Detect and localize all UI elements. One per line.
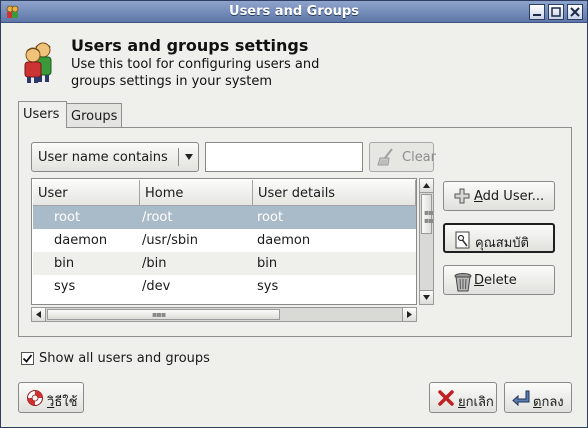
cell-user: daemon: [54, 233, 108, 248]
title-bar[interactable]: Users and Groups: [1, 1, 587, 23]
help-button[interactable]: วิธีใช้: [18, 382, 84, 413]
cell-home: /bin: [142, 256, 167, 271]
chevron-right-icon: [407, 311, 412, 318]
column-header-home[interactable]: Home: [140, 180, 253, 206]
scroll-right-button[interactable]: [402, 308, 416, 321]
vertical-scroll-thumb[interactable]: ▪▪ ▪▪: [421, 194, 434, 234]
broom-icon: [377, 148, 393, 166]
add-user-button[interactable]: Add User...: [443, 181, 555, 211]
cancel-button[interactable]: ยกเลิก: [429, 382, 497, 413]
page-description: Use this tool for configuring users and …: [71, 57, 320, 89]
show-all-checkbox[interactable]: [21, 352, 34, 365]
column-header-user[interactable]: User: [33, 180, 140, 206]
cancel-label: ยกเลิก: [458, 395, 494, 410]
minimize-icon: [533, 14, 541, 16]
checkmark-icon: [22, 354, 33, 363]
horizontal-scrollbar[interactable]: ▪▪▪: [31, 307, 417, 322]
window-title: Users and Groups: [229, 4, 359, 19]
horizontal-scroll-thumb[interactable]: ▪▪▪: [47, 309, 280, 320]
tab-users[interactable]: Users: [18, 101, 67, 128]
clear-label: Clear: [402, 150, 436, 165]
table-row[interactable]: daemon /usr/sbin daemon: [33, 229, 416, 252]
filter-input[interactable]: [205, 142, 363, 172]
properties-label: คุณสมบัติ: [475, 236, 529, 251]
chevron-down-icon: [423, 295, 430, 300]
cell-details: daemon: [257, 233, 311, 248]
cell-user: root: [54, 210, 81, 225]
delete-label: Delete: [474, 273, 517, 288]
filter-type-label: User name contains: [38, 150, 168, 165]
enter-arrow-icon: [512, 390, 530, 407]
filter-type-select[interactable]: User name contains: [31, 142, 199, 172]
cell-user: bin: [54, 256, 75, 271]
grip-icon: ▪▪▪: [152, 310, 166, 319]
users-icon: [24, 42, 52, 83]
users-and-groups-window: Users and Groups Users and groups settin…: [0, 0, 588, 428]
properties-button[interactable]: คุณสมบัติ: [443, 223, 555, 253]
tab-groups[interactable]: Groups: [66, 103, 122, 128]
minimize-button[interactable]: [529, 4, 545, 20]
column-header-user-details[interactable]: User details: [253, 180, 416, 206]
table-row[interactable]: bin /bin bin: [33, 252, 416, 275]
maximize-button[interactable]: [548, 4, 564, 20]
chevron-up-icon: [423, 183, 430, 188]
delete-button[interactable]: Delete: [443, 265, 555, 295]
cell-home: /usr/sbin: [142, 233, 198, 248]
table-row[interactable]: sys /dev sys: [33, 275, 416, 298]
cell-details: root: [257, 210, 284, 225]
cell-details: sys: [257, 279, 279, 294]
help-label: วิธีใช้: [47, 395, 78, 410]
trash-icon: [454, 273, 472, 292]
add-user-label: Add User...: [474, 189, 545, 204]
cell-user: sys: [54, 279, 76, 294]
cell-home: /root: [142, 210, 173, 225]
chevron-down-icon: [185, 154, 193, 160]
chevron-left-icon: [36, 311, 41, 318]
maximize-icon: [551, 7, 561, 17]
combo-separator: [178, 148, 179, 166]
scroll-left-button[interactable]: [32, 308, 46, 321]
close-icon: [570, 7, 580, 17]
cancel-icon: [438, 390, 454, 406]
scroll-up-button[interactable]: [420, 179, 433, 193]
table-row[interactable]: root /root root: [33, 206, 416, 229]
scroll-down-button[interactable]: [420, 290, 433, 304]
ok-button[interactable]: ตกลง: [504, 382, 572, 413]
grip-icon: ▪▪ ▪▪: [424, 208, 434, 225]
page-title: Users and groups settings: [71, 36, 309, 55]
plus-icon: [454, 188, 470, 204]
ok-label: ตกลง: [533, 395, 564, 410]
show-all-label[interactable]: Show all users and groups: [39, 351, 210, 366]
lifebuoy-icon: [27, 390, 43, 406]
vertical-scrollbar[interactable]: ▪▪ ▪▪: [419, 178, 434, 305]
close-button[interactable]: [567, 4, 583, 20]
properties-icon: [455, 231, 470, 249]
cell-details: bin: [257, 256, 278, 271]
users-table[interactable]: User Home User details root /root root d…: [31, 178, 417, 305]
clear-button[interactable]: Clear: [369, 142, 436, 172]
cell-home: /dev: [142, 279, 171, 294]
